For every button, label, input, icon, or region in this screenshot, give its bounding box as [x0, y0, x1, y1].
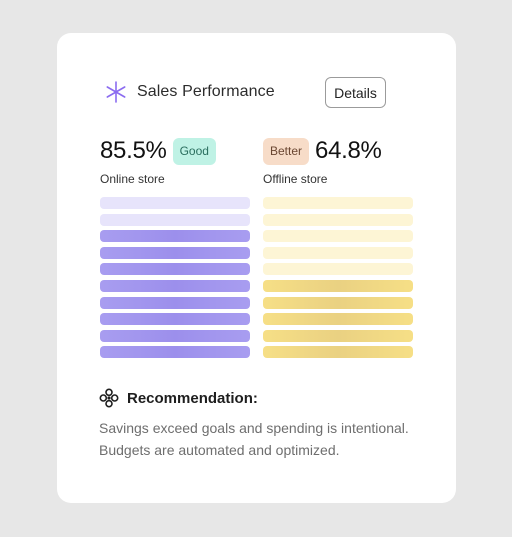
- online-bar-filled: [100, 346, 250, 359]
- recommendation-line-2: Budgets are automated and optimized.: [99, 442, 340, 458]
- online-progress-bars: [100, 197, 250, 359]
- recommendation-title: Recommendation:: [127, 389, 258, 407]
- offline-status-badge: Better: [263, 137, 310, 165]
- card-header: Sales Performance: [105, 81, 275, 103]
- recommendation-heading: Recommendation:: [99, 388, 258, 408]
- offline-label: Offline store: [263, 172, 328, 186]
- offline-value: 64.8%: [315, 137, 382, 164]
- offline-bar-filled: [263, 296, 413, 309]
- online-metric: 85.5% Good: [100, 137, 216, 165]
- online-bar-empty: [100, 197, 250, 209]
- card-title: Sales Performance: [137, 83, 275, 100]
- recommendation-text: Savings exceed goals and spending is int…: [99, 417, 429, 461]
- offline-bar-filled: [263, 329, 413, 342]
- offline-bar-empty: [263, 263, 413, 276]
- offline-bar-filled: [263, 346, 413, 359]
- asterisk-logo-icon: [105, 81, 127, 103]
- offline-bar-empty: [263, 246, 413, 259]
- online-label: Online store: [100, 172, 165, 186]
- online-bar-filled: [100, 246, 250, 259]
- offline-bar-empty: [263, 197, 413, 209]
- offline-bar-filled: [263, 313, 413, 326]
- online-bar-filled: [100, 296, 250, 309]
- offline-bar-filled: [263, 279, 413, 292]
- offline-metric: Better 64.8%: [263, 137, 382, 165]
- online-bar-filled: [100, 230, 250, 243]
- offline-bar-empty: [263, 213, 413, 226]
- sales-performance-card: Sales Performance Details 85.5% Good Onl…: [57, 33, 456, 503]
- online-bar-empty: [100, 213, 250, 226]
- recommendation-line-1: Savings exceed goals and spending is int…: [99, 420, 409, 436]
- details-button[interactable]: Details: [325, 77, 386, 108]
- online-bar-filled: [100, 313, 250, 326]
- flower-icon: [99, 388, 119, 408]
- online-status-badge: Good: [172, 137, 216, 165]
- online-bar-filled: [100, 329, 250, 342]
- online-value: 85.5%: [100, 137, 167, 164]
- offline-bar-empty: [263, 230, 413, 243]
- online-bar-filled: [100, 279, 250, 292]
- offline-progress-bars: [263, 197, 413, 359]
- online-bar-filled: [100, 263, 250, 276]
